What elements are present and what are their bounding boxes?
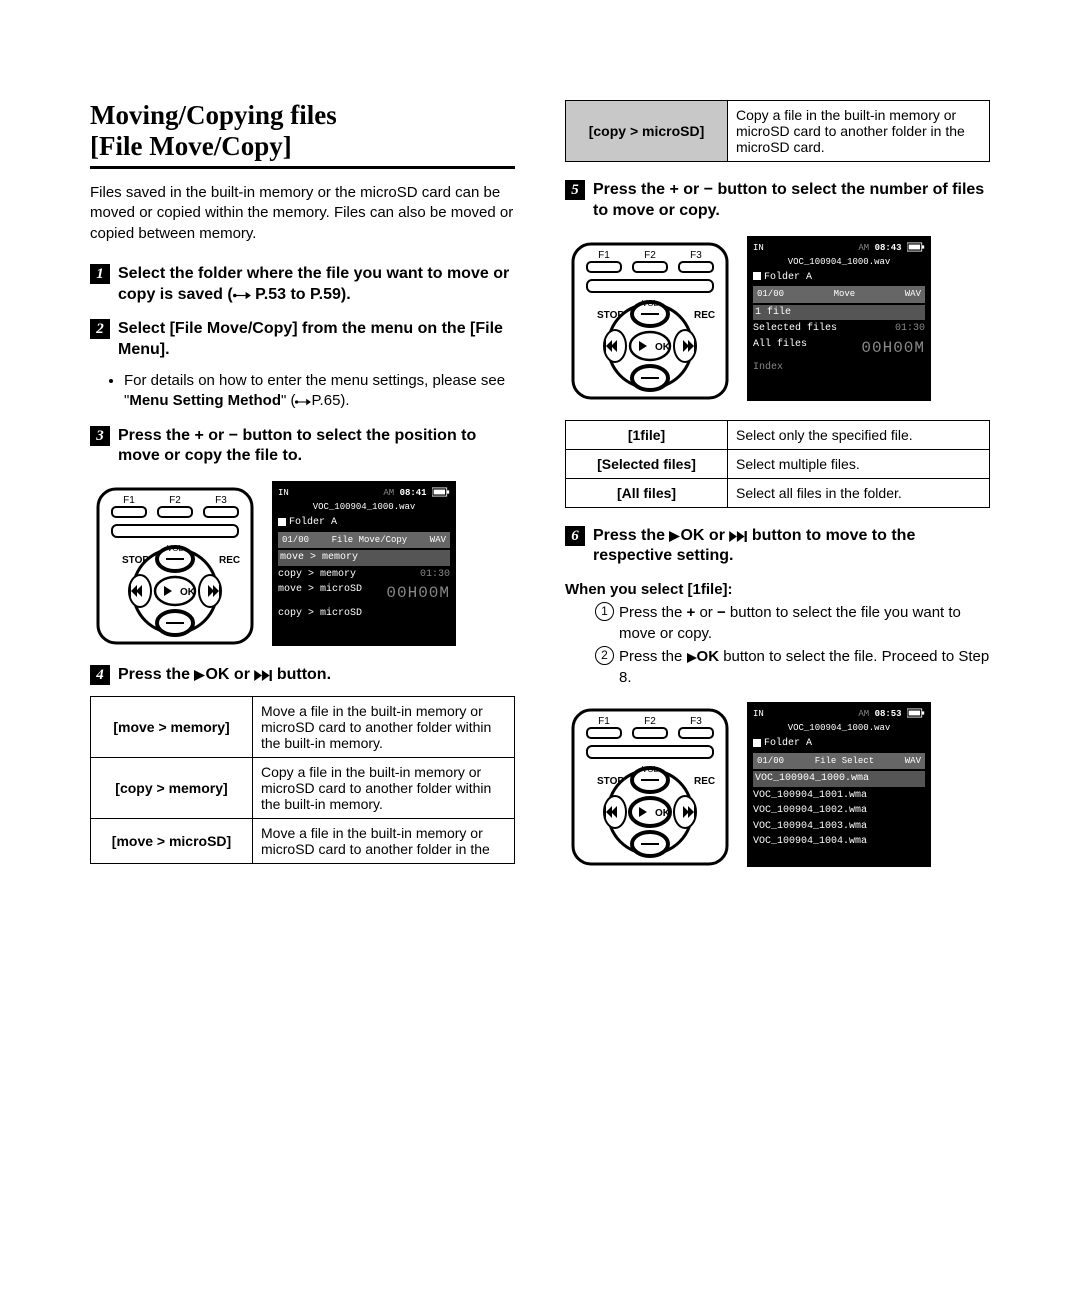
svg-text:VOL: VOL [167,544,184,553]
when-1file-heading: When you select [1file]: [565,581,990,598]
intro-paragraph: Files saved in the built-in memory or th… [90,183,515,244]
step-text: Select [File Move/Copy] from the menu on… [118,319,515,361]
svg-text:VOL: VOL [642,765,659,774]
step-text: Press the OK or button to move to the re… [593,526,990,568]
step-text: Press the + or − button to select the po… [118,426,515,468]
svg-text:OK: OK [180,587,196,598]
figure-step3: F1 F2 F3 STOP REC VOL [90,481,515,651]
step-2: 2 Select [File Move/Copy] from the menu … [90,319,515,361]
svg-text:OK: OK [655,808,671,819]
lcd-screen-1: INAM 08:41 VOC_100904_1000.wav Folder A … [272,481,456,646]
lcd-screen-3: INAM 08:53 VOC_100904_1000.wav Folder A … [747,702,931,867]
section-title: Moving/Copying files [File Move/Copy] [90,100,515,169]
svg-text:F1: F1 [598,250,610,261]
step-number: 5 [565,180,585,200]
play-icon [687,653,697,663]
step-text: Select the folder where the file you wan… [118,264,515,306]
step-4: 4 Press the OK or button. [90,665,515,686]
svg-text:F3: F3 [690,716,702,727]
svg-text:F2: F2 [644,716,656,727]
svg-text:REC: REC [219,555,240,566]
step-number: 4 [90,665,110,685]
step-2-bullets: For details on how to enter the menu set… [124,371,515,412]
lcd-screen-2: INAM 08:43 VOC_100904_1000.wav Folder A … [747,236,931,401]
svg-text:OK: OK [655,342,671,353]
step-6: 6 Press the OK or button to move to the … [565,526,990,568]
move-copy-options-table: [move > memory]Move a file in the built-… [90,696,515,864]
svg-text:REC: REC [694,310,715,321]
step-number: 2 [90,319,110,339]
svg-text:F2: F2 [169,495,181,506]
play-icon [194,670,205,681]
device-diagram: F1 F2 F3 STOP REC VOL OK [565,236,735,406]
svg-text:F3: F3 [215,495,227,506]
svg-text:STOP: STOP [597,776,624,787]
file-selection-table: [1file]Select only the specified file. [… [565,420,990,508]
fast-forward-icon [254,670,272,681]
move-copy-options-table-cont: [copy > microSD]Copy a file in the built… [565,100,990,162]
step-5: 5 Press the + or − button to select the … [565,180,990,222]
hand-pointer-icon [233,290,251,301]
svg-text:F1: F1 [598,716,610,727]
svg-text:STOP: STOP [597,310,624,321]
svg-text:REC: REC [694,776,715,787]
figure-step6: F1 F2 F3 STOP REC VOL OK [565,702,990,872]
fast-forward-icon [729,531,747,542]
play-icon [669,531,680,542]
svg-text:F2: F2 [644,250,656,261]
hand-pointer-icon [295,397,311,407]
figure-step5: F1 F2 F3 STOP REC VOL OK [565,236,990,406]
step-1: 1 Select the folder where the file you w… [90,264,515,306]
svg-text:F1: F1 [123,495,135,506]
device-diagram: F1 F2 F3 STOP REC VOL [90,481,260,651]
svg-text:VOL: VOL [642,299,659,308]
when-1file-steps: 1Press the + or − button to select the f… [595,602,990,688]
svg-text:STOP: STOP [122,555,149,566]
step-text: Press the + or − button to select the nu… [593,180,990,222]
step-number: 1 [90,264,110,284]
step-3: 3 Press the + or − button to select the … [90,426,515,468]
step-number: 3 [90,426,110,446]
step-number: 6 [565,526,585,546]
svg-text:F3: F3 [690,250,702,261]
device-diagram: F1 F2 F3 STOP REC VOL OK [565,702,735,872]
step-text: Press the OK or button. [118,665,515,686]
